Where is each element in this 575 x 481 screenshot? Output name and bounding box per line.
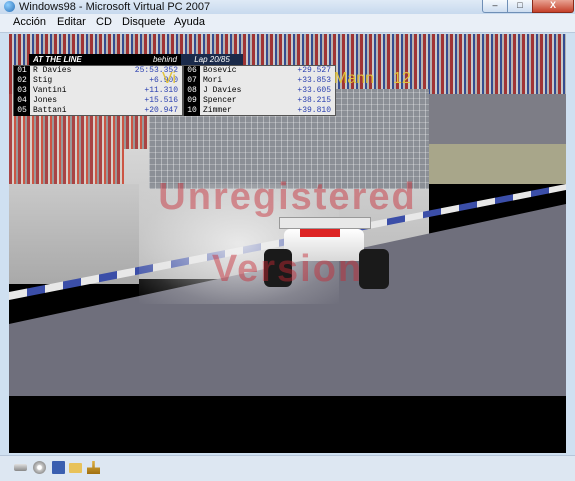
- position: 10: [184, 106, 200, 116]
- driver-name: Bosevic: [203, 66, 237, 75]
- driver-label-left: Vi: [162, 70, 176, 87]
- timing-row: 01 R Davies 25:53.352: [14, 66, 182, 76]
- menu-accion[interactable]: Acción: [13, 16, 46, 28]
- driver-name: Stig: [33, 76, 53, 85]
- driver-label-right: Mann: [334, 70, 375, 87]
- position: 08: [184, 86, 200, 96]
- gap-time: +20.947: [144, 106, 178, 115]
- driver-name: Spencer: [203, 96, 237, 105]
- timing-row: 06 Bosevic +29.527: [184, 66, 335, 76]
- watermark-line1: Unregistered: [158, 176, 417, 218]
- menu-editar[interactable]: Editar: [57, 16, 86, 28]
- virtual-pc-icon: [4, 1, 15, 12]
- watermark-line2: Version: [211, 248, 364, 290]
- minimize-button[interactable]: ‒: [482, 0, 508, 13]
- lap-counter: Lap 20/85: [181, 54, 243, 65]
- timing-row: 05 Battani +20.947: [14, 106, 182, 116]
- menu-cd[interactable]: CD: [96, 16, 112, 28]
- gap-time: +33.853: [297, 76, 331, 85]
- timing-row: 07 Mori +33.853: [184, 76, 335, 86]
- position: 09: [184, 96, 200, 106]
- position: 01: [14, 66, 30, 76]
- driver-name: Battani: [33, 106, 67, 115]
- timing-row: 02 Stig +6.900: [14, 76, 182, 86]
- timing-row: 08 J Davies +33.605: [184, 86, 335, 96]
- position: 02: [14, 76, 30, 86]
- menu-ayuda[interactable]: Ayuda: [174, 16, 205, 28]
- gap-time: +38.215: [297, 96, 331, 105]
- timing-row: 10 Zimmer +39.810: [184, 106, 335, 116]
- gap-time: +39.810: [297, 106, 331, 115]
- maximize-button[interactable]: □: [507, 0, 533, 13]
- window-title: Windows98 - Microsoft Virtual PC 2007: [19, 1, 211, 13]
- menu-bar: Acción Editar CD Disquete Ayuda: [0, 14, 575, 33]
- shared-folder-icon[interactable]: [69, 463, 82, 473]
- cd-drive-icon[interactable]: [33, 461, 46, 474]
- timing-row: 03 Vantini +11.310: [14, 86, 182, 96]
- timing-column-left: 01 R Davies 25:53.352 02 Stig +6.900 03 …: [13, 65, 183, 116]
- hard-disk-icon[interactable]: [14, 464, 27, 471]
- timing-header: AT THE LINE behind: [29, 54, 181, 65]
- driver-name: J Davies: [203, 86, 242, 95]
- driver-position: 12: [393, 70, 411, 87]
- behind-label: behind: [152, 55, 177, 64]
- race-scene: AT THE LINE behind Lap 20/85 01 R Davies…: [9, 34, 566, 404]
- position: 07: [184, 76, 200, 86]
- timing-column-right: 06 Bosevic +29.527 07 Mori +33.853 08 J …: [183, 65, 336, 116]
- floppy-icon[interactable]: [52, 461, 65, 474]
- position: 04: [14, 96, 30, 106]
- driver-name: R Davies: [33, 66, 72, 75]
- position: 05: [14, 106, 30, 116]
- driver-name: Zimmer: [203, 106, 232, 115]
- car-stripe: [300, 229, 340, 237]
- close-button[interactable]: X: [532, 0, 574, 13]
- driver-name: Mori: [203, 76, 223, 85]
- timing-row: 09 Spencer +38.215: [184, 96, 335, 106]
- position: 06: [184, 66, 200, 76]
- network-icon[interactable]: [87, 461, 100, 474]
- gap-time: +29.527: [297, 66, 331, 75]
- status-bar: [0, 455, 575, 481]
- title-bar: Windows98 - Microsoft Virtual PC 2007 ‒ …: [0, 0, 575, 14]
- driver-name: Jones: [33, 96, 58, 105]
- timing-row: 04 Jones +15.516: [14, 96, 182, 106]
- menu-disquete[interactable]: Disquete: [122, 16, 165, 28]
- letterbox: [9, 396, 566, 453]
- gap-time: +15.516: [144, 96, 178, 105]
- timing-title: AT THE LINE: [33, 55, 82, 64]
- driver-name: Vantini: [33, 86, 67, 95]
- position: 03: [14, 86, 30, 96]
- gap-time: +33.605: [297, 86, 331, 95]
- vm-screen[interactable]: AT THE LINE behind Lap 20/85 01 R Davies…: [9, 34, 566, 453]
